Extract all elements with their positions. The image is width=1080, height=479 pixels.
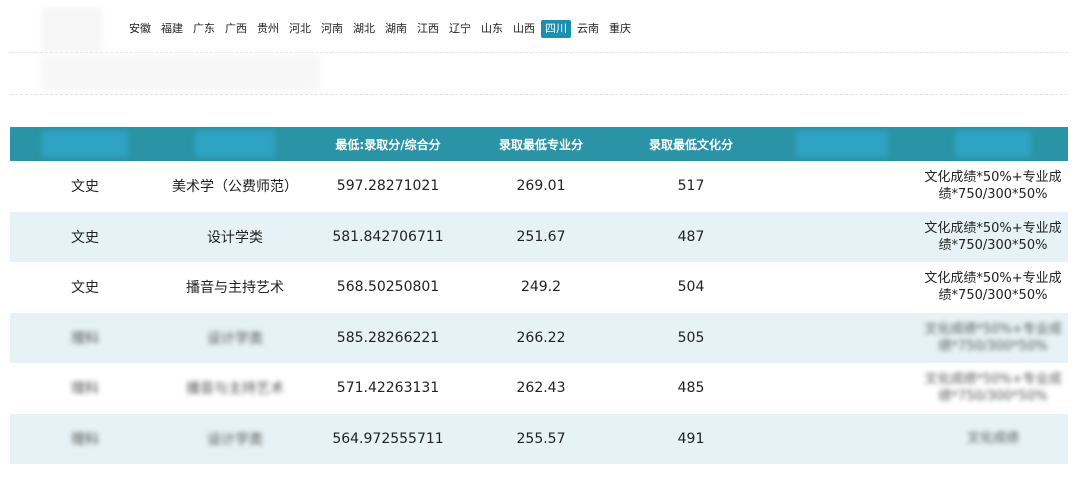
cell-formula: 文化成绩*50%+专业成 绩*750/300*50% <box>918 212 1068 263</box>
formula-line-1: 文化成绩*50%+专业成 <box>924 321 1062 337</box>
province-nav: 安徽 福建 广东 广西 贵州 河北 河南 湖北 湖南 江西 辽宁 山东 山西 四川 云南 重庆 <box>125 20 637 38</box>
formula-line-2: 绩*750/300*50% <box>938 338 1048 354</box>
header-major <box>160 127 310 161</box>
table-row: 文史 播音与主持艺术 568.50250801 249.2 504 文化成绩*50%+专业… <box>10 262 1068 313</box>
cell-min-score: 597.28271021 <box>336 178 440 195</box>
cell-min-score: 564.972555711 <box>332 430 444 447</box>
province-tab[interactable]: 山西 <box>509 20 539 38</box>
cell-formula: 文化成绩*50%+专业成 绩*750/300*50% <box>918 262 1068 313</box>
cell-category: 理科 <box>71 431 99 448</box>
table-row: 理科 设计学类 585.28266221 266.22 505 文化成绩*50%+专业成绩… <box>10 312 1068 364</box>
cell-category: 文史 <box>71 280 99 297</box>
cell-min-pro-score: 251.67 <box>516 228 566 245</box>
province-tab[interactable]: 广东 <box>189 20 219 38</box>
table-row: 文史 美术学（公费师范） 597.28271021 269.01 517 文化成绩*50%… <box>10 161 1068 212</box>
cell-category: 文史 <box>71 229 99 246</box>
formula-line-1: 文化成绩*50%+专业成 <box>924 271 1062 287</box>
province-tab[interactable]: 湖北 <box>349 20 379 38</box>
cell-min-culture-score: 491 <box>677 430 705 447</box>
province-tab[interactable]: 山东 <box>477 20 507 38</box>
cell-empty <box>766 414 918 465</box>
province-tab[interactable]: 广西 <box>221 20 251 38</box>
cell-min-pro-score: 262.43 <box>516 380 566 397</box>
cell-min-score: 568.50250801 <box>336 279 440 296</box>
cell-min-score: 585.28266221 <box>336 329 440 346</box>
divider <box>10 52 1068 53</box>
cell-major: 美术学（公费师范） <box>172 179 298 196</box>
cell-min-score: 581.842706711 <box>332 228 444 245</box>
header-min-pro-score: 录取最低专业分 <box>498 137 583 152</box>
province-tab[interactable]: 重庆 <box>605 20 635 38</box>
formula-line-2: 绩*750/300*50% <box>938 389 1048 405</box>
cell-major: 播音与主持艺术 <box>186 381 284 398</box>
admission-score-table: 最低:录取分/综合分 录取最低专业分 录取最低文化分 文史 美术学（公费师范） 59… <box>10 127 1068 464</box>
header-min-score: 最低:录取分/综合分 <box>335 137 441 152</box>
header-min-culture-score: 录取最低文化分 <box>648 137 733 152</box>
cell-min-pro-score: 249.2 <box>520 279 562 296</box>
cell-empty <box>766 212 918 263</box>
province-tab[interactable]: 江西 <box>413 20 443 38</box>
cell-min-culture-score: 504 <box>677 279 705 296</box>
table-row: 理科 设计学类 564.972555711 255.57 491 文化成绩 <box>10 413 1068 465</box>
divider <box>10 94 1068 95</box>
formula-line-1: 文化成绩*50%+专业成 <box>924 170 1062 186</box>
province-tab[interactable]: 湖南 <box>381 20 411 38</box>
cell-min-pro-score: 269.01 <box>516 178 566 195</box>
cell-category: 文史 <box>71 179 99 196</box>
cell-formula: 文化成绩*50%+专业成 绩*750/300*50% <box>918 313 1068 364</box>
cell-empty <box>766 262 918 313</box>
cell-category: 理科 <box>71 381 99 398</box>
cell-major: 设计学类 <box>207 330 263 347</box>
table-row: 理科 播音与主持艺术 571.42263131 262.43 485 文化成绩*50%+专… <box>10 363 1068 414</box>
cell-major: 设计学类 <box>207 229 263 246</box>
cell-min-culture-score: 485 <box>677 380 705 397</box>
cell-min-pro-score: 266.22 <box>516 329 566 346</box>
cell-formula: 文化成绩*50%+专业成 绩*750/300*50% <box>918 363 1068 414</box>
cell-min-score: 571.42263131 <box>336 380 440 397</box>
cell-empty <box>766 313 918 364</box>
cell-min-culture-score: 517 <box>677 178 705 195</box>
subtitle-blurred <box>42 54 320 92</box>
cell-min-pro-score: 255.57 <box>516 430 566 447</box>
header-formula <box>918 127 1068 161</box>
province-tab[interactable]: 福建 <box>157 20 187 38</box>
province-tab[interactable]: 贵州 <box>253 20 283 38</box>
logo-blurred <box>42 8 102 52</box>
cell-major: 播音与主持艺术 <box>186 280 284 297</box>
formula-line-2: 绩*750/300*50% <box>938 288 1048 304</box>
table-row: 文史 设计学类 581.842706711 251.67 487 文化成绩*50%+专业成… <box>10 211 1068 263</box>
table-header-row: 最低:录取分/综合分 录取最低专业分 录取最低文化分 <box>10 127 1068 161</box>
formula-line-2: 绩*750/300*50% <box>938 237 1048 253</box>
header-category <box>10 127 160 161</box>
cell-min-culture-score: 505 <box>677 329 705 346</box>
province-tab[interactable]: 辽宁 <box>445 20 475 38</box>
cell-formula: 文化成绩 <box>918 414 1068 465</box>
header-col6 <box>766 127 918 161</box>
cell-category: 理科 <box>71 330 99 347</box>
formula-line-1: 文化成绩*50%+专业成 <box>924 220 1062 236</box>
province-tab[interactable]: 河北 <box>285 20 315 38</box>
formula-line-2: 文化成绩 <box>966 431 1019 447</box>
top-bar: 安徽 福建 广东 广西 贵州 河北 河南 湖北 湖南 江西 辽宁 山东 山西 四川 云南 重庆 <box>0 0 1080 52</box>
cell-empty <box>766 161 918 212</box>
formula-line-1: 文化成绩*50%+专业成 <box>924 372 1062 388</box>
province-tab[interactable]: 安徽 <box>125 20 155 38</box>
province-tab[interactable]: 四川 <box>541 20 571 38</box>
cell-min-culture-score: 487 <box>677 228 705 245</box>
province-tab[interactable]: 云南 <box>573 20 603 38</box>
province-tab[interactable]: 河南 <box>317 20 347 38</box>
cell-empty <box>766 363 918 414</box>
formula-line-2: 绩*750/300*50% <box>938 187 1048 203</box>
cell-formula: 文化成绩*50%+专业成 绩*750/300*50% <box>918 161 1068 212</box>
cell-major: 设计学类 <box>207 431 263 448</box>
